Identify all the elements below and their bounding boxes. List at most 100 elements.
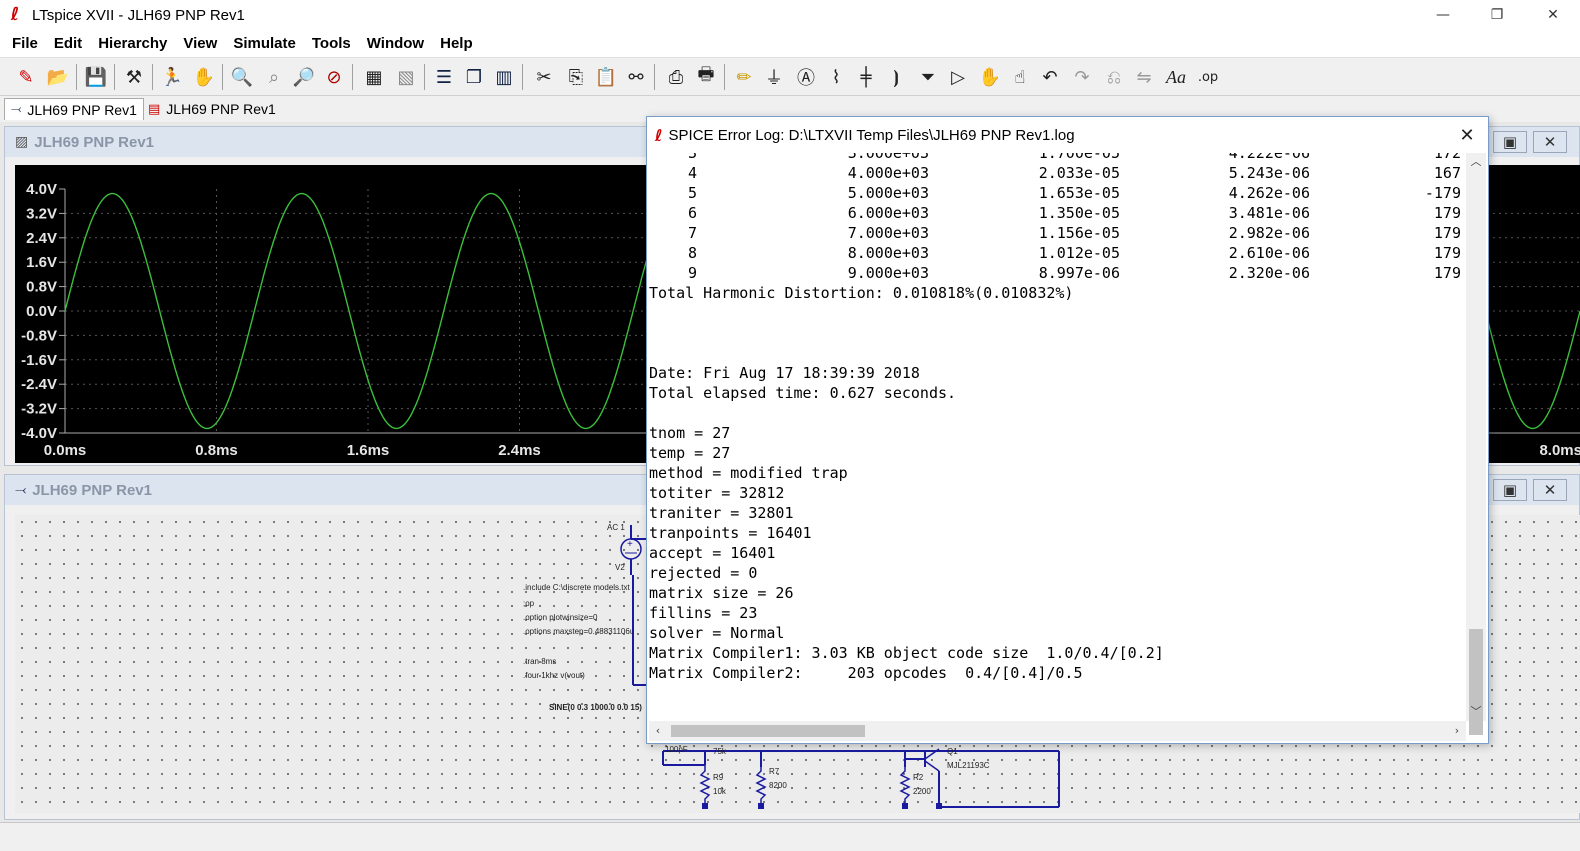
y-tick-label: -0.8V: [21, 327, 57, 344]
autorange-icon[interactable]: ▦: [360, 63, 388, 91]
scroll-left-icon[interactable]: ‹: [649, 721, 667, 741]
harmonic-norm-cell: 2.610e-06: [1228, 244, 1310, 262]
close-button[interactable]: ✕: [1530, 0, 1576, 30]
minimize-button[interactable]: —: [1420, 0, 1466, 30]
source-sine-value[interactable]: SINE(0 0.3 1000.0 0.0 15): [549, 703, 642, 712]
copy-icon[interactable]: ⎘: [562, 63, 590, 91]
tile-vertical-icon[interactable]: ▥: [490, 63, 518, 91]
print-setup-icon[interactable]: 🖶: [692, 63, 720, 91]
directive-options-maxstep[interactable]: .options maxstep=0.48831106u: [523, 627, 634, 636]
harmonic-freq-cell: 6.000e+03: [847, 204, 929, 222]
zoom-full-icon[interactable]: ⌕: [260, 63, 288, 91]
maximize-child-button[interactable]: ▣: [1493, 131, 1527, 153]
cut-icon[interactable]: ✂: [530, 63, 558, 91]
r7-name: R7: [769, 767, 780, 776]
waveform-icon: ▤: [148, 101, 161, 117]
redo-icon[interactable]: ↷: [1068, 63, 1096, 91]
menu-window[interactable]: Window: [359, 35, 432, 52]
spice-directive-icon[interactable]: .op: [1194, 63, 1222, 91]
harmonic-freq-cell: 8.000e+03: [847, 244, 929, 262]
inductor-icon[interactable]: ⦘: [882, 63, 910, 91]
y-tick-label: 0.0V: [26, 303, 57, 320]
harmonic-n-cell: 4: [687, 164, 697, 182]
harmonic-norm-cell: 2.320e-06: [1228, 264, 1310, 282]
harmonic-norm-cell: 4.262e-06: [1228, 184, 1310, 202]
menu-tools[interactable]: Tools: [304, 35, 359, 52]
mirror-icon[interactable]: ⇋: [1130, 63, 1158, 91]
cascade-icon[interactable]: ❐: [460, 63, 488, 91]
zoom-cancel-icon[interactable]: ⊘: [320, 63, 348, 91]
maximize-child-button[interactable]: ▣: [1493, 479, 1527, 501]
x-tick-label: 8.0ms: [1539, 442, 1580, 459]
save-icon[interactable]: 💾: [82, 63, 110, 91]
harmonic-freq-cell: 3.000e+03: [847, 153, 929, 162]
drag-icon[interactable]: ☝: [1006, 63, 1034, 91]
scroll-down-icon[interactable]: ﹀: [1466, 703, 1486, 721]
schematic-icon: ⤙: [15, 482, 27, 498]
tab-waveform[interactable]: ▤ JLH69 PNP Rev1: [142, 98, 282, 120]
new-schematic-icon[interactable]: ✎: [12, 63, 40, 91]
harmonic-n-cell: 9: [687, 264, 697, 282]
halt-icon[interactable]: ✋: [190, 63, 218, 91]
directive-include[interactable]: .include C:\discrete models.txt: [523, 583, 630, 592]
vertical-scrollbar[interactable]: ︿ ﹀: [1466, 153, 1486, 735]
print-icon[interactable]: ⎙: [662, 63, 690, 91]
harmonic-norm-cell: 5.243e-06: [1228, 164, 1310, 182]
directive-tran[interactable]: .tran 8ms: [523, 657, 556, 666]
menu-view[interactable]: View: [175, 35, 225, 52]
tab-schematic[interactable]: ⤙ JLH69 PNP Rev1: [4, 98, 144, 120]
zoom-out-icon[interactable]: 🔎: [290, 63, 318, 91]
harmonic-fourier-cell: 1.350e-05: [1038, 204, 1120, 222]
diode-icon[interactable]: ⏷: [914, 63, 942, 91]
close-child-button[interactable]: ✕: [1533, 131, 1567, 153]
harmonic-fourier-cell: 1.700e-05: [1038, 153, 1120, 162]
resistor-icon[interactable]: ⌇: [822, 63, 850, 91]
stat-line: Matrix Compiler1: 3.03 KB object code si…: [649, 644, 1164, 662]
schematic-icon: ⤙: [11, 102, 22, 117]
y-tick-label: 3.2V: [26, 205, 57, 222]
window-title: LTspice XVII - JLH69 PNP Rev1: [32, 6, 245, 24]
tile-horizontal-icon[interactable]: ☰: [430, 63, 458, 91]
dialog-close-button[interactable]: ✕: [1452, 121, 1482, 149]
zoom-in-icon[interactable]: 🔍: [228, 63, 256, 91]
open-icon[interactable]: 📂: [44, 63, 72, 91]
capacitor-icon[interactable]: ╪: [852, 63, 880, 91]
log-text-area[interactable]: 3 3.000e+03 1.700e-05 4.222e-06 172 4 4.000e+0…: [649, 153, 1466, 721]
menu-simulate[interactable]: Simulate: [225, 35, 304, 52]
waveform-icon[interactable]: ▧: [392, 63, 420, 91]
horizontal-scroll-thumb[interactable]: [671, 725, 865, 737]
rotate-icon[interactable]: ⎌: [1100, 63, 1128, 91]
q1-model: MJL21193C: [947, 761, 990, 770]
move-icon[interactable]: ✋: [976, 63, 1004, 91]
stat-line: fillins = 23: [649, 604, 758, 622]
paste-icon[interactable]: 📋: [592, 63, 620, 91]
y-tick-label: 1.6V: [26, 254, 57, 271]
close-child-button[interactable]: ✕: [1533, 479, 1567, 501]
ground-icon[interactable]: ⏚: [760, 63, 788, 91]
directive-four[interactable]: .four 1khz v(vout): [523, 671, 585, 680]
menu-hierarchy[interactable]: Hierarchy: [90, 35, 175, 52]
directive-op[interactable]: ;op: [523, 599, 534, 608]
find-icon[interactable]: ⚯: [622, 63, 650, 91]
control-panel-icon[interactable]: ⚒: [120, 63, 148, 91]
harmonic-fourier-cell: 1.653e-05: [1038, 184, 1120, 202]
run-icon[interactable]: 🏃: [158, 63, 186, 91]
thd-line: Total Harmonic Distortion: 0.010818%(0.0…: [649, 284, 1074, 302]
label-net-icon[interactable]: Ⓐ: [792, 63, 820, 91]
q1-name: Q1: [947, 747, 958, 756]
harmonic-n-cell: 8: [687, 244, 697, 262]
horizontal-scrollbar[interactable]: ‹ ›: [649, 721, 1466, 741]
menu-file[interactable]: File: [4, 35, 46, 52]
directive-option[interactable]: .option plotwinsize=0: [523, 613, 598, 622]
component-icon[interactable]: ▷: [944, 63, 972, 91]
menu-edit[interactable]: Edit: [46, 35, 90, 52]
scroll-up-icon[interactable]: ︿: [1466, 153, 1486, 171]
undo-icon[interactable]: ↶: [1036, 63, 1064, 91]
harmonic-fourier-cell: 8.997e-06: [1038, 264, 1120, 282]
draw-wire-icon[interactable]: ✏: [730, 63, 758, 91]
y-tick-label: -4.0V: [21, 425, 57, 442]
maximize-button[interactable]: ❐: [1474, 0, 1520, 30]
menu-help[interactable]: Help: [432, 35, 481, 52]
text-icon[interactable]: Aa: [1162, 63, 1190, 91]
scroll-right-icon[interactable]: ›: [1448, 721, 1466, 741]
